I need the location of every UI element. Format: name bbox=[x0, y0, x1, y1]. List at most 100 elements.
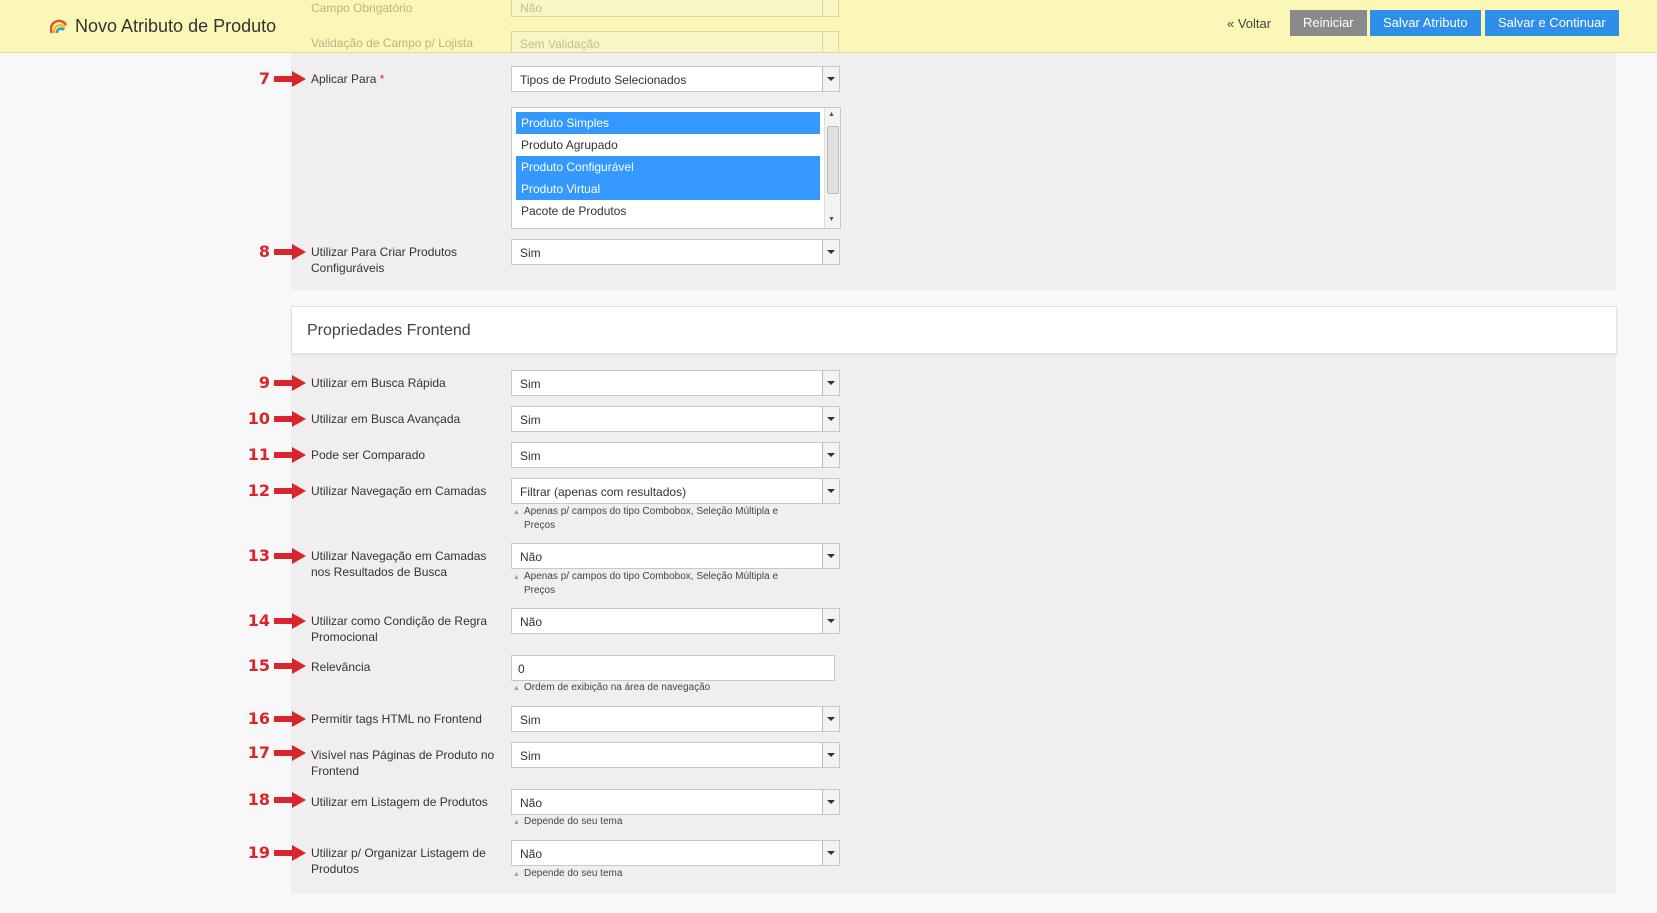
option-bundle-product[interactable]: Pacote de Produtos bbox=[516, 200, 820, 222]
option-grouped-product[interactable]: Produto Agrupado bbox=[516, 134, 820, 156]
annotation-number: 19 bbox=[247, 843, 270, 862]
layered-navigation-select[interactable]: Filtrar (apenas com resultados) bbox=[511, 478, 840, 504]
annotation-marker-15: 15 bbox=[230, 656, 306, 676]
product-listing-select[interactable]: Não bbox=[511, 789, 840, 815]
sort-listing-label: Utilizar p/ Organizar Listagem de Produt… bbox=[311, 846, 486, 876]
ghost-label-validation: Validação de Campo p/ Lojista bbox=[311, 36, 473, 50]
back-link[interactable]: « Voltar bbox=[1227, 16, 1271, 31]
chevron-down-icon[interactable] bbox=[822, 743, 839, 767]
red-arrow-icon bbox=[274, 711, 306, 727]
section-title: Propriedades Frontend bbox=[307, 322, 471, 339]
product-listing-note: Depende do seu tema bbox=[513, 815, 803, 830]
sort-listing-select[interactable]: Não bbox=[511, 840, 840, 866]
red-arrow-icon bbox=[274, 658, 306, 674]
annotation-number: 18 bbox=[247, 790, 270, 809]
product-listing-select-value: Não bbox=[520, 796, 543, 810]
layered-navigation-label: Utilizar Navegação em Camadas bbox=[311, 484, 487, 498]
relevance-label: Relevância bbox=[311, 660, 371, 674]
quick-search-select[interactable]: Sim bbox=[511, 370, 840, 396]
html-tags-label: Permitir tags HTML no Frontend bbox=[311, 712, 482, 726]
chevron-down-icon[interactable] bbox=[822, 707, 839, 731]
advanced-search-select[interactable]: Sim bbox=[511, 406, 840, 432]
search-layered-navigation-label: Utilizar Navegação em Camadas nos Result… bbox=[311, 549, 487, 579]
ghost-label-required: Campo Obrigatório bbox=[311, 1, 413, 15]
red-arrow-icon bbox=[274, 71, 306, 87]
red-arrow-icon bbox=[274, 375, 306, 391]
option-configurable-product[interactable]: Produto Configurável bbox=[516, 156, 820, 178]
red-arrow-icon bbox=[274, 792, 306, 808]
ghost-select-required-value: Não bbox=[520, 1, 543, 15]
chevron-down-icon[interactable] bbox=[822, 479, 839, 503]
listbox-scrollbar[interactable]: ▲ ▼ bbox=[824, 108, 840, 228]
visible-on-product-page-select-value: Sim bbox=[520, 749, 541, 763]
quick-search-select-value: Sim bbox=[520, 377, 541, 391]
annotation-number: 10 bbox=[247, 409, 270, 428]
configurable-select[interactable]: Sim bbox=[511, 239, 840, 265]
sort-listing-select-value: Não bbox=[520, 847, 543, 861]
save-attribute-button[interactable]: Salvar Atributo bbox=[1370, 10, 1481, 36]
annotation-marker-7: 7 bbox=[230, 69, 306, 89]
html-tags-select-value: Sim bbox=[520, 713, 541, 727]
chevron-down-icon[interactable] bbox=[822, 371, 839, 395]
option-simple-product[interactable]: Produto Simples bbox=[516, 112, 820, 134]
visible-on-product-page-select[interactable]: Sim bbox=[511, 742, 840, 768]
rainbow-logo-icon bbox=[50, 19, 68, 34]
chevron-down-icon[interactable] bbox=[822, 407, 839, 431]
red-arrow-icon bbox=[274, 845, 306, 861]
annotation-marker-9: 9 bbox=[230, 373, 306, 393]
red-arrow-icon bbox=[274, 447, 306, 463]
layered-navigation-note: Apenas p/ campos do tipo Combobox, Seleç… bbox=[513, 505, 803, 533]
comparable-label: Pode ser Comparado bbox=[311, 448, 426, 462]
annotation-number: 16 bbox=[247, 709, 270, 728]
advanced-search-select-value: Sim bbox=[520, 413, 541, 427]
red-arrow-icon bbox=[274, 244, 306, 260]
comparable-select[interactable]: Sim bbox=[511, 442, 840, 468]
sort-listing-note: Depende do seu tema bbox=[513, 867, 803, 882]
apply-to-select-value: Tipos de Produto Selecionados bbox=[520, 73, 687, 87]
advanced-search-label: Utilizar em Busca Avançada bbox=[311, 412, 461, 426]
scrollbar-thumb[interactable] bbox=[827, 126, 839, 194]
red-arrow-icon bbox=[274, 483, 306, 499]
red-arrow-icon bbox=[274, 411, 306, 427]
promo-rule-select[interactable]: Não bbox=[511, 608, 840, 634]
promo-rule-select-value: Não bbox=[520, 615, 543, 629]
save-and-continue-button[interactable]: Salvar e Continuar bbox=[1485, 10, 1619, 36]
chevron-down-icon[interactable] bbox=[822, 790, 839, 814]
relevance-note: Ordem de exibição na área de navegação bbox=[513, 681, 803, 696]
option-virtual-product[interactable]: Produto Virtual bbox=[516, 178, 820, 200]
annotation-number: 8 bbox=[258, 242, 270, 261]
html-tags-select[interactable]: Sim bbox=[511, 706, 840, 732]
chevron-down-icon[interactable] bbox=[822, 841, 839, 865]
search-layered-navigation-select[interactable]: Não bbox=[511, 543, 840, 569]
apply-to-select[interactable]: Tipos de Produto Selecionados bbox=[511, 66, 840, 92]
red-arrow-icon bbox=[274, 548, 306, 564]
search-layered-navigation-select-value: Não bbox=[520, 550, 543, 564]
annotation-marker-13: 13 bbox=[230, 546, 306, 566]
apply-to-label-text: Aplicar Para bbox=[311, 72, 377, 86]
annotation-number: 9 bbox=[258, 373, 270, 392]
chevron-down-icon[interactable] bbox=[822, 240, 839, 264]
chevron-down-icon[interactable] bbox=[822, 67, 839, 91]
chevron-down-icon[interactable] bbox=[822, 443, 839, 467]
scroll-up-icon[interactable]: ▲ bbox=[828, 111, 835, 118]
quick-search-label: Utilizar em Busca Rápida bbox=[311, 376, 446, 390]
product-listing-label: Utilizar em Listagem de Produtos bbox=[311, 795, 488, 809]
layered-navigation-select-value: Filtrar (apenas com resultados) bbox=[520, 485, 687, 499]
annotation-number: 12 bbox=[247, 481, 270, 500]
chevron-down-icon[interactable] bbox=[822, 609, 839, 633]
page-header: Campo Obrigatório Não Validação de Campo… bbox=[0, 0, 1657, 53]
required-asterisk: * bbox=[379, 72, 385, 86]
chevron-down-icon[interactable] bbox=[822, 544, 839, 568]
annotation-number: 17 bbox=[247, 743, 270, 762]
annotation-number: 15 bbox=[247, 656, 270, 675]
comparable-select-value: Sim bbox=[520, 449, 541, 463]
annotation-marker-8: 8 bbox=[230, 242, 306, 262]
annotation-marker-17: 17 bbox=[230, 743, 306, 763]
apply-to-label: Aplicar Para * bbox=[311, 71, 501, 87]
scroll-down-icon[interactable]: ▼ bbox=[828, 216, 835, 223]
relevance-input[interactable]: 0 bbox=[511, 655, 835, 681]
reset-button[interactable]: Reiniciar bbox=[1290, 10, 1367, 36]
product-types-multiselect[interactable]: Produto Simples Produto Agrupado Produto… bbox=[511, 107, 841, 229]
annotation-number: 7 bbox=[258, 69, 270, 88]
ghost-select-required: Não bbox=[511, 0, 839, 17]
